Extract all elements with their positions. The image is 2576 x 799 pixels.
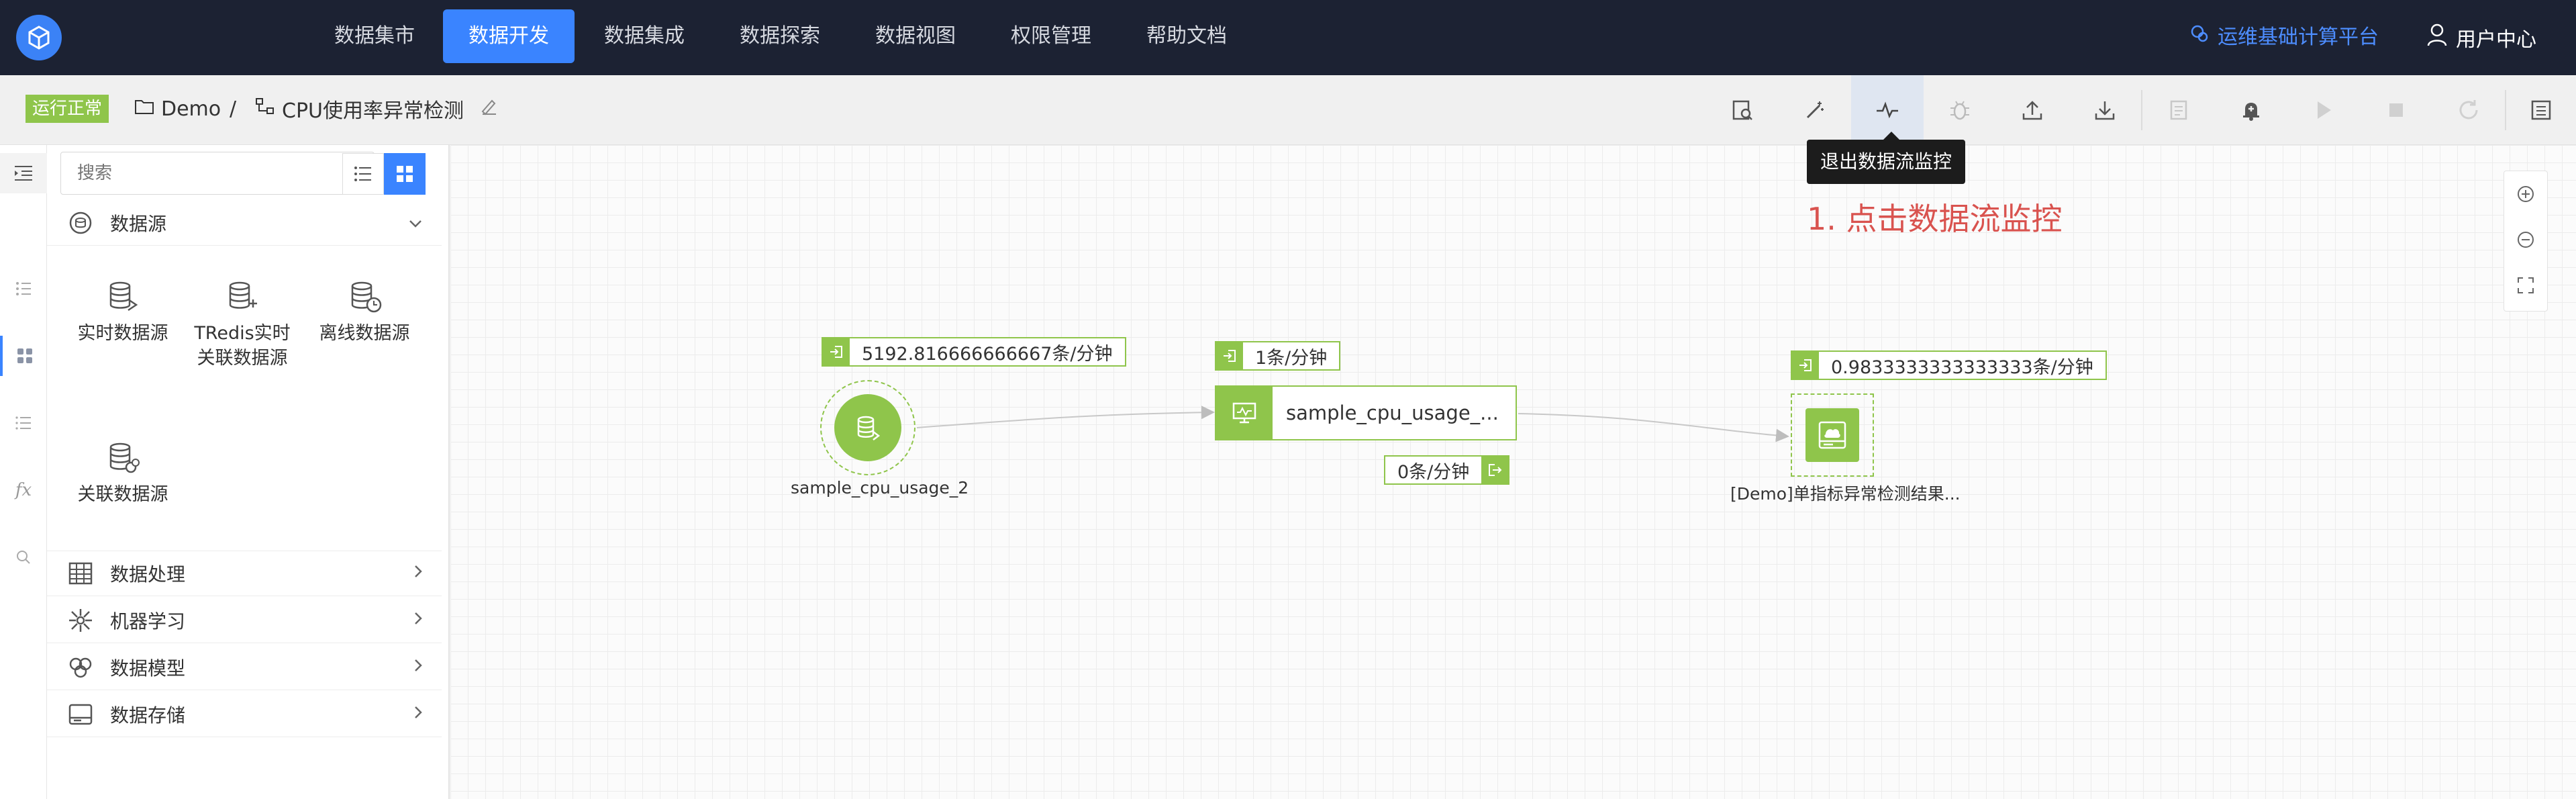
- fit-screen-button[interactable]: [2504, 263, 2547, 308]
- process-node-label: sample_cpu_usage_...: [1286, 402, 1499, 424]
- sink-input-rate: 0.9833333333333333条/分钟: [1791, 350, 2107, 380]
- input-arrow-icon: [823, 338, 850, 365]
- rate-text: 0.9833333333333333条/分钟: [1831, 357, 2093, 378]
- source-output-rate: 5192.816666666667条/分钟: [822, 337, 1126, 367]
- edge-source-to-process: [916, 406, 1215, 428]
- sink-node-label: [Demo]单指标异常检测结果...: [1730, 484, 1961, 504]
- monitor-tooltip: 退出数据流监控: [1807, 132, 1966, 184]
- process-node[interactable]: sample_cpu_usage_...: [1215, 385, 1517, 440]
- rate-text: 5192.816666666667条/分钟: [862, 343, 1113, 365]
- source-node-icon: [834, 394, 901, 461]
- source-node-label: sample_cpu_usage_2: [791, 478, 969, 498]
- zoom-out-button[interactable]: [2504, 217, 2547, 263]
- input-arrow-icon: [1792, 352, 1819, 379]
- fullscreen-icon: [2518, 277, 2534, 293]
- instruction-annotation: 1. 点击数据流监控: [1807, 201, 2063, 237]
- input-arrow-icon: [1216, 342, 1243, 369]
- sink-node[interactable]: [1791, 393, 1874, 477]
- edge-process-to-sink: [1518, 413, 1789, 442]
- storage-sink-icon: [1805, 408, 1859, 462]
- process-input-rate: 1条/分钟: [1215, 341, 1341, 371]
- rate-text: 0条/分钟: [1397, 461, 1470, 483]
- source-node[interactable]: [820, 380, 915, 475]
- zoom-out-icon: [2518, 232, 2534, 248]
- zoom-in-button[interactable]: [2504, 171, 2547, 217]
- rate-text: 1条/分钟: [1255, 347, 1328, 369]
- monitor-screen-icon: [1216, 387, 1273, 439]
- process-drop-rate: 0条/分钟: [1384, 455, 1510, 485]
- output-arrow-icon: [1481, 457, 1509, 483]
- zoom-controls: [2504, 171, 2548, 312]
- zoom-in-icon: [2518, 186, 2534, 202]
